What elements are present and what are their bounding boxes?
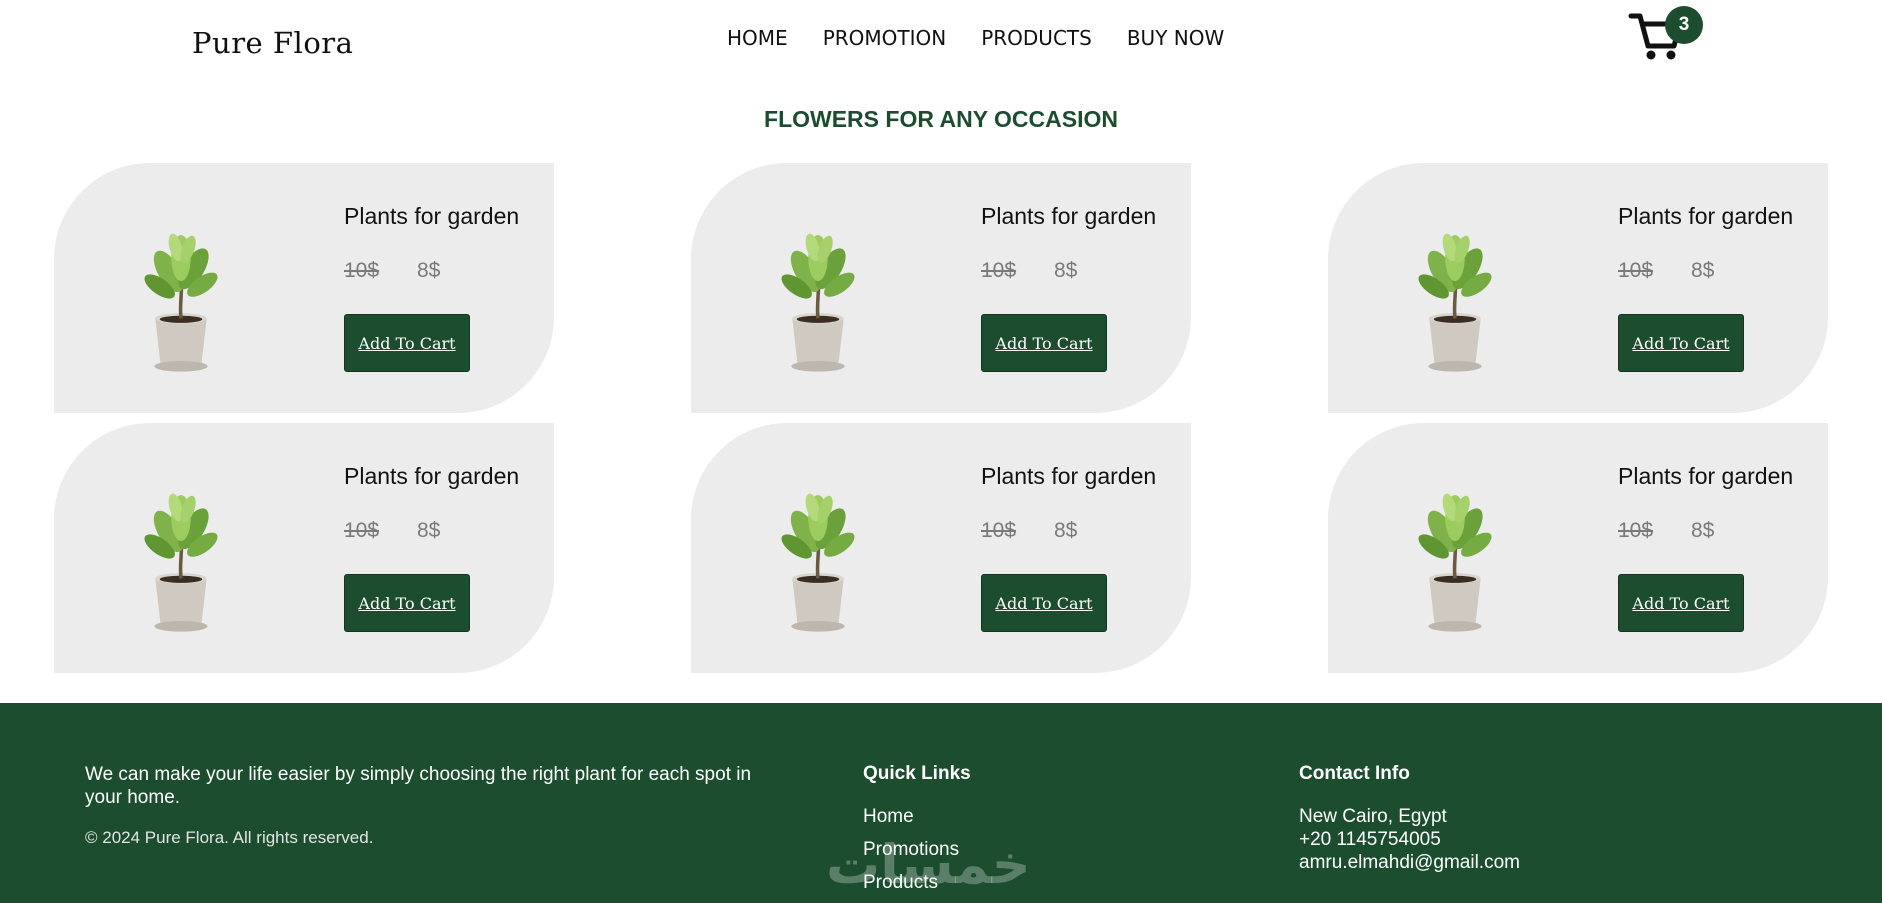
product-card: Plants for garden 10$ 8$ Add To Cart bbox=[54, 423, 554, 673]
product-title: Plants for garden bbox=[1618, 203, 1794, 229]
old-price: 10$ bbox=[344, 519, 380, 542]
old-price: 10$ bbox=[1618, 259, 1654, 282]
quick-links-heading: Quick Links bbox=[863, 763, 971, 784]
old-price: 10$ bbox=[344, 259, 380, 282]
plant-image bbox=[138, 490, 224, 634]
footer-about-text: We can make your life easier by simply c… bbox=[85, 764, 752, 808]
old-price: 10$ bbox=[981, 259, 1017, 282]
add-to-cart-button[interactable]: Add To Cart bbox=[344, 314, 470, 372]
plant-image bbox=[775, 490, 861, 634]
contact-email: amru.elmahdi@gmail.com bbox=[1299, 852, 1520, 873]
new-price: 8$ bbox=[1054, 259, 1078, 282]
product-card: Plants for garden 10$ 8$ Add To Cart bbox=[1328, 423, 1828, 673]
nav-home[interactable]: HOME bbox=[727, 26, 788, 50]
new-price: 8$ bbox=[1691, 259, 1715, 282]
new-price: 8$ bbox=[1054, 519, 1078, 542]
product-title: Plants for garden bbox=[1618, 463, 1794, 489]
contact-address: New Cairo, Egypt bbox=[1299, 806, 1447, 827]
main-nav: HOME PROMOTION PRODUCTS BUY NOW bbox=[727, 26, 1259, 50]
product-title: Plants for garden bbox=[344, 203, 520, 229]
footer-link-home[interactable]: Home bbox=[863, 806, 914, 828]
product-card: Plants for garden 10$ 8$ Add To Cart bbox=[1328, 163, 1828, 413]
add-to-cart-button[interactable]: Add To Cart bbox=[344, 574, 470, 632]
old-price: 10$ bbox=[1618, 519, 1654, 542]
cart-count-badge: 3 bbox=[1665, 6, 1703, 44]
plant-image bbox=[1412, 230, 1498, 374]
site-logo[interactable]: Pure Flora bbox=[192, 26, 353, 60]
product-title: Plants for garden bbox=[981, 203, 1157, 229]
add-to-cart-button[interactable]: Add To Cart bbox=[1618, 314, 1744, 372]
contact-info-heading: Contact Info bbox=[1299, 763, 1410, 784]
nav-buy-now[interactable]: BUY NOW bbox=[1127, 26, 1224, 50]
nav-promotion[interactable]: PROMOTION bbox=[823, 26, 947, 50]
section-title: FLOWERS FOR ANY OCCASION bbox=[764, 106, 1118, 132]
nav-products[interactable]: PRODUCTS bbox=[981, 26, 1092, 50]
plant-image bbox=[775, 230, 861, 374]
product-card: Plants for garden 10$ 8$ Add To Cart bbox=[691, 423, 1191, 673]
product-card: Plants for garden 10$ 8$ Add To Cart bbox=[691, 163, 1191, 413]
new-price: 8$ bbox=[417, 519, 441, 542]
plant-image bbox=[1412, 490, 1498, 634]
site-header: Pure Flora HOME PROMOTION PRODUCTS BUY N… bbox=[0, 0, 1882, 90]
old-price: 10$ bbox=[981, 519, 1017, 542]
watermark-logo: خمسات bbox=[826, 833, 1031, 896]
site-footer: We can make your life easier by simply c… bbox=[0, 703, 1882, 903]
add-to-cart-button[interactable]: Add To Cart bbox=[981, 314, 1107, 372]
product-card: Plants for garden 10$ 8$ Add To Cart bbox=[54, 163, 554, 413]
contact-phone: +20 1145754005 bbox=[1299, 829, 1441, 850]
new-price: 8$ bbox=[1691, 519, 1715, 542]
copyright-text: © 2024 Pure Flora. All rights reserved. bbox=[85, 828, 374, 847]
plant-image bbox=[138, 230, 224, 374]
new-price: 8$ bbox=[417, 259, 441, 282]
add-to-cart-button[interactable]: Add To Cart bbox=[1618, 574, 1744, 632]
product-title: Plants for garden bbox=[344, 463, 520, 489]
cart-button[interactable]: 3 bbox=[1628, 6, 1706, 62]
product-title: Plants for garden bbox=[981, 463, 1157, 489]
add-to-cart-button[interactable]: Add To Cart bbox=[981, 574, 1107, 632]
